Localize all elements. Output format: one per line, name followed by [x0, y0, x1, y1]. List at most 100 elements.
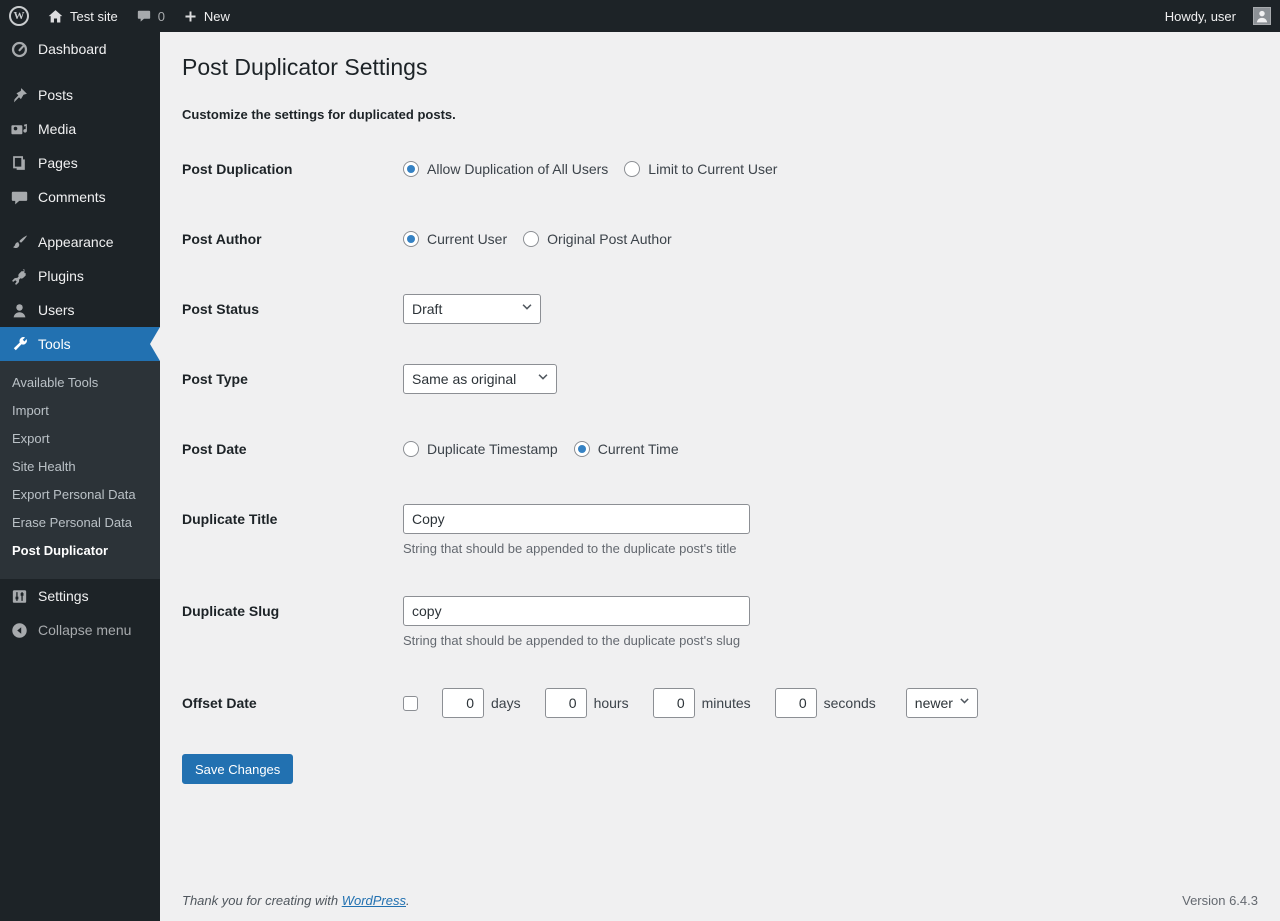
- save-changes-button[interactable]: Save Changes: [182, 754, 293, 784]
- post-author-current-radio[interactable]: [403, 231, 419, 247]
- appearance-icon: [9, 232, 29, 252]
- sidebar-item-dashboard[interactable]: Dashboard: [0, 32, 160, 66]
- post-type-label: Post Type: [182, 364, 403, 394]
- post-date-duplicate-radio[interactable]: [403, 441, 419, 457]
- row-duplicate-title: Duplicate Title String that should be ap…: [182, 484, 1258, 576]
- sidebar-item-posts[interactable]: Posts: [0, 78, 160, 112]
- avatar[interactable]: [1253, 7, 1271, 25]
- sidebar-item-comments[interactable]: Comments: [0, 180, 160, 214]
- howdy-menu[interactable]: Howdy, user: [1156, 0, 1245, 32]
- site-name-label: Test site: [70, 9, 118, 24]
- admin-sidebar: Dashboard Posts Media Pages Comments App…: [0, 32, 160, 921]
- sidebar-item-media[interactable]: Media: [0, 112, 160, 146]
- site-name-menu[interactable]: Test site: [38, 0, 127, 32]
- comment-bubble-icon: [136, 8, 152, 24]
- post-date-current-label[interactable]: Current Time: [598, 441, 679, 457]
- duplicate-slug-input[interactable]: [403, 596, 750, 626]
- row-offset-date: Offset Date days hours minutes seconds: [182, 668, 1258, 738]
- sidebar-item-label: Comments: [38, 189, 106, 205]
- post-author-original-radio[interactable]: [523, 231, 539, 247]
- plugins-icon: [9, 266, 29, 286]
- wordpress-logo-icon: W: [9, 6, 29, 26]
- submenu-item-erase-personal-data[interactable]: Erase Personal Data: [0, 509, 160, 537]
- dashboard-icon: [9, 39, 29, 59]
- post-date-duplicate-label[interactable]: Duplicate Timestamp: [427, 441, 558, 457]
- home-icon: [47, 8, 64, 25]
- offset-hours-input[interactable]: [545, 688, 587, 718]
- duplicate-title-input[interactable]: [403, 504, 750, 534]
- offset-days-label: days: [491, 695, 521, 711]
- collapse-menu-button[interactable]: Collapse menu: [0, 613, 160, 647]
- submenu-item-site-health[interactable]: Site Health: [0, 453, 160, 481]
- pin-icon: [9, 85, 29, 105]
- admin-bar: W Test site 0 New Howdy, user: [0, 0, 1280, 32]
- pages-icon: [9, 153, 29, 173]
- wordpress-link[interactable]: WordPress: [342, 893, 406, 908]
- sidebar-item-tools[interactable]: Tools: [0, 327, 160, 361]
- footer-thanks-suffix: .: [406, 893, 410, 908]
- post-date-label: Post Date: [182, 434, 403, 464]
- submenu-item-export[interactable]: Export: [0, 425, 160, 453]
- media-icon: [9, 119, 29, 139]
- sidebar-item-label: Plugins: [38, 268, 84, 284]
- offset-minutes-input[interactable]: [653, 688, 695, 718]
- settings-form: Post Duplication Allow Duplication of Al…: [182, 134, 1258, 784]
- post-author-original-label[interactable]: Original Post Author: [547, 231, 672, 247]
- sidebar-item-pages[interactable]: Pages: [0, 146, 160, 180]
- duplicate-slug-label: Duplicate Slug: [182, 596, 403, 648]
- submenu-item-available-tools[interactable]: Available Tools: [0, 369, 160, 397]
- footer-thanks: Thank you for creating with WordPress.: [182, 893, 410, 908]
- offset-minutes-label: minutes: [702, 695, 751, 711]
- collapse-menu-label: Collapse menu: [38, 622, 131, 638]
- post-duplication-limit-radio[interactable]: [624, 161, 640, 177]
- new-content-menu[interactable]: New: [174, 0, 239, 32]
- comments-menu[interactable]: 0: [127, 0, 174, 32]
- submenu-item-export-personal-data[interactable]: Export Personal Data: [0, 481, 160, 509]
- row-post-type: Post Type Same as original: [182, 344, 1258, 414]
- duplicate-slug-help: String that should be appended to the du…: [403, 633, 750, 648]
- post-author-current-label[interactable]: Current User: [427, 231, 507, 247]
- sidebar-item-label: Users: [38, 302, 75, 318]
- post-duplication-label: Post Duplication: [182, 154, 403, 184]
- footer-version: Version 6.4.3: [1182, 893, 1258, 908]
- post-type-select[interactable]: Same as original: [403, 364, 557, 394]
- row-post-duplication: Post Duplication Allow Duplication of Al…: [182, 134, 1258, 204]
- main-content: Post Duplicator Settings Customize the s…: [160, 32, 1280, 921]
- tools-submenu: Available Tools Import Export Site Healt…: [0, 361, 160, 579]
- footer: Thank you for creating with WordPress. V…: [160, 893, 1280, 921]
- offset-direction-select[interactable]: newer: [906, 688, 978, 718]
- new-label: New: [204, 9, 230, 24]
- offset-date-label: Offset Date: [182, 688, 403, 718]
- sidebar-item-appearance[interactable]: Appearance: [0, 225, 160, 259]
- post-author-label: Post Author: [182, 224, 403, 254]
- post-duplication-all-label[interactable]: Allow Duplication of All Users: [427, 161, 608, 177]
- howdy-label: Howdy, user: [1165, 9, 1236, 24]
- submenu-item-post-duplicator[interactable]: Post Duplicator: [0, 537, 160, 565]
- page-description: Customize the settings for duplicated po…: [182, 107, 1258, 122]
- offset-date-enable-checkbox[interactable]: [403, 696, 418, 711]
- page-title: Post Duplicator Settings: [182, 53, 1258, 82]
- comment-count-badge: 0: [158, 9, 165, 24]
- sidebar-item-label: Tools: [38, 336, 71, 352]
- post-date-current-radio[interactable]: [574, 441, 590, 457]
- sidebar-item-plugins[interactable]: Plugins: [0, 259, 160, 293]
- comments-icon: [9, 187, 29, 207]
- row-post-date: Post Date Duplicate Timestamp Current Ti…: [182, 414, 1258, 484]
- post-status-label: Post Status: [182, 294, 403, 324]
- sidebar-item-label: Settings: [38, 588, 89, 604]
- sidebar-item-users[interactable]: Users: [0, 293, 160, 327]
- post-status-select[interactable]: Draft: [403, 294, 541, 324]
- wp-logo-menu[interactable]: W: [0, 0, 38, 32]
- sidebar-item-settings[interactable]: Settings: [0, 579, 160, 613]
- offset-hours-label: hours: [594, 695, 629, 711]
- offset-seconds-input[interactable]: [775, 688, 817, 718]
- offset-days-input[interactable]: [442, 688, 484, 718]
- plus-icon: [183, 9, 198, 24]
- post-duplication-limit-label[interactable]: Limit to Current User: [648, 161, 777, 177]
- wrench-icon: [9, 334, 29, 354]
- duplicate-title-help: String that should be appended to the du…: [403, 541, 750, 556]
- submenu-item-import[interactable]: Import: [0, 397, 160, 425]
- sidebar-item-label: Posts: [38, 87, 73, 103]
- footer-thanks-prefix: Thank you for creating with: [182, 893, 342, 908]
- post-duplication-all-radio[interactable]: [403, 161, 419, 177]
